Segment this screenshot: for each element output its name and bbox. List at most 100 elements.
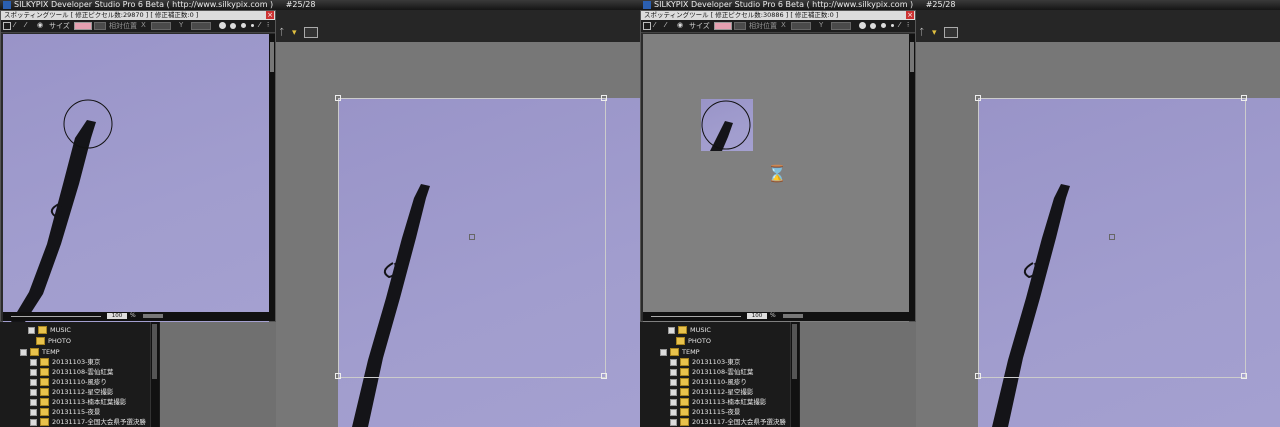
tree-item[interactable]: TEMP: [20, 347, 60, 357]
brush-icon[interactable]: ⁄: [14, 21, 15, 29]
dialog-image-view[interactable]: [3, 34, 269, 322]
y-field[interactable]: [831, 22, 851, 30]
expand-icon[interactable]: [668, 326, 675, 334]
tree-scrollbar[interactable]: [790, 318, 799, 427]
scrollbar-thumb[interactable]: [792, 324, 797, 379]
display-mode-icon[interactable]: [304, 27, 318, 38]
spot-tool-icon[interactable]: [3, 22, 11, 30]
tree-item[interactable]: 20131113-楠本紅葉撮影: [30, 397, 126, 407]
tree-item[interactable]: 20131115-夜景: [670, 407, 740, 417]
expand-icon[interactable]: [670, 358, 677, 366]
image-viewer[interactable]: [916, 42, 1280, 427]
close-icon[interactable]: ×: [906, 11, 914, 19]
dialog-vertical-scrollbar[interactable]: [909, 34, 915, 313]
zoom-slider[interactable]: [651, 316, 741, 317]
tree-item[interactable]: 20131110-風疹り: [30, 377, 107, 387]
brush-size-large-icon[interactable]: [859, 22, 866, 29]
brush-size-small-icon[interactable]: [881, 23, 886, 28]
tree-item[interactable]: 20131108-雲仙紅葉: [30, 367, 113, 377]
pick-tool-icon[interactable]: ⁄: [259, 21, 260, 29]
x-field[interactable]: [791, 22, 811, 30]
tree-item[interactable]: TEMP: [660, 347, 700, 357]
expand-icon[interactable]: [670, 368, 677, 376]
collapse-icon[interactable]: [20, 348, 27, 356]
tree-item[interactable]: 20131103-東京: [30, 357, 100, 367]
tree-item[interactable]: 20131113-楠本紅葉撮影: [670, 397, 766, 407]
expand-icon[interactable]: [30, 408, 37, 416]
zoom-value[interactable]: 100: [747, 313, 767, 319]
tree-item[interactable]: 20131112-星空撮影: [670, 387, 753, 397]
expand-icon[interactable]: [30, 378, 37, 386]
frame-handle[interactable]: [1241, 95, 1247, 101]
brush-size-tiny-icon[interactable]: [891, 24, 894, 27]
brush-icon[interactable]: ⁄: [654, 21, 655, 29]
expand-icon[interactable]: [670, 418, 677, 426]
pick-tool-icon[interactable]: ⁄: [899, 21, 900, 29]
expand-icon[interactable]: [28, 326, 35, 334]
zoom-value[interactable]: 100: [107, 313, 127, 319]
eye-icon[interactable]: ◉: [677, 21, 683, 29]
scrollbar-thumb[interactable]: [152, 324, 157, 379]
brush-size-large-icon[interactable]: [219, 22, 226, 29]
expand-icon[interactable]: [670, 378, 677, 386]
image-viewer[interactable]: [276, 42, 640, 427]
menu-icon[interactable]: ⁝: [907, 21, 909, 29]
t-tool-icon[interactable]: ᛏ: [919, 28, 924, 38]
x-field[interactable]: [151, 22, 171, 30]
expand-icon[interactable]: [30, 398, 37, 406]
brush-size-tiny-icon[interactable]: [251, 24, 254, 27]
brush-size-medium-icon[interactable]: [870, 23, 876, 29]
tree-item[interactable]: MUSIC: [668, 325, 711, 335]
expand-icon[interactable]: [670, 388, 677, 396]
expand-icon[interactable]: [670, 398, 677, 406]
auto-tool-icon[interactable]: ⁄: [665, 21, 666, 29]
brush-size-medium-icon[interactable]: [230, 23, 236, 29]
frame-handle[interactable]: [1241, 373, 1247, 379]
display-mode-icon[interactable]: [944, 27, 958, 38]
tree-item[interactable]: 20131110-風疹り: [670, 377, 747, 387]
frame-handle[interactable]: [975, 95, 981, 101]
auto-tool-icon[interactable]: ⁄: [25, 21, 26, 29]
expand-icon[interactable]: [30, 418, 37, 426]
expand-icon[interactable]: [30, 358, 37, 366]
brush-size-small-icon[interactable]: [241, 23, 246, 28]
dialog-image-view[interactable]: ⌛: [643, 34, 909, 322]
tree-item[interactable]: PHOTO: [28, 336, 71, 346]
expand-icon[interactable]: [670, 408, 677, 416]
frame-handle[interactable]: [335, 95, 341, 101]
tree-item[interactable]: 20131117-全国大会県予選決勝: [670, 417, 786, 427]
frame-handle[interactable]: [601, 373, 607, 379]
tree-scrollbar[interactable]: [150, 318, 159, 427]
pin-icon[interactable]: ▾: [292, 28, 297, 38]
expand-icon[interactable]: [30, 388, 37, 396]
frame-handle[interactable]: [601, 95, 607, 101]
expand-icon[interactable]: [30, 368, 37, 376]
eye-icon[interactable]: ◉: [37, 21, 43, 29]
pin-icon[interactable]: ▾: [932, 28, 937, 38]
tree-item[interactable]: 20131117-全国大会県予選決勝: [30, 417, 146, 427]
horizontal-scrollbar-thumb[interactable]: [143, 314, 163, 318]
size-stepper[interactable]: [734, 22, 746, 30]
t-tool-icon[interactable]: ᛏ: [279, 28, 284, 38]
tree-item[interactable]: MUSIC: [28, 325, 71, 335]
tree-item[interactable]: 20131112-星空撮影: [30, 387, 113, 397]
y-field[interactable]: [191, 22, 211, 30]
collapse-icon[interactable]: [660, 348, 667, 356]
frame-handle[interactable]: [975, 373, 981, 379]
tree-item[interactable]: PHOTO: [668, 336, 711, 346]
dialog-vertical-scrollbar[interactable]: [269, 34, 275, 313]
tree-item[interactable]: 20131115-夜景: [30, 407, 100, 417]
zoom-slider[interactable]: [11, 316, 101, 317]
horizontal-scrollbar-thumb[interactable]: [783, 314, 803, 318]
menu-icon[interactable]: ⁝: [267, 21, 269, 29]
scrollbar-thumb[interactable]: [910, 42, 914, 72]
size-field[interactable]: [74, 22, 92, 30]
frame-handle[interactable]: [335, 373, 341, 379]
tree-item[interactable]: 20131103-東京: [670, 357, 740, 367]
close-icon[interactable]: ×: [266, 11, 274, 19]
tree-item[interactable]: 20131108-雲仙紅葉: [670, 367, 753, 377]
spot-tool-icon[interactable]: [643, 22, 651, 30]
size-field[interactable]: [714, 22, 732, 30]
size-stepper[interactable]: [94, 22, 106, 30]
scrollbar-thumb[interactable]: [270, 42, 274, 72]
